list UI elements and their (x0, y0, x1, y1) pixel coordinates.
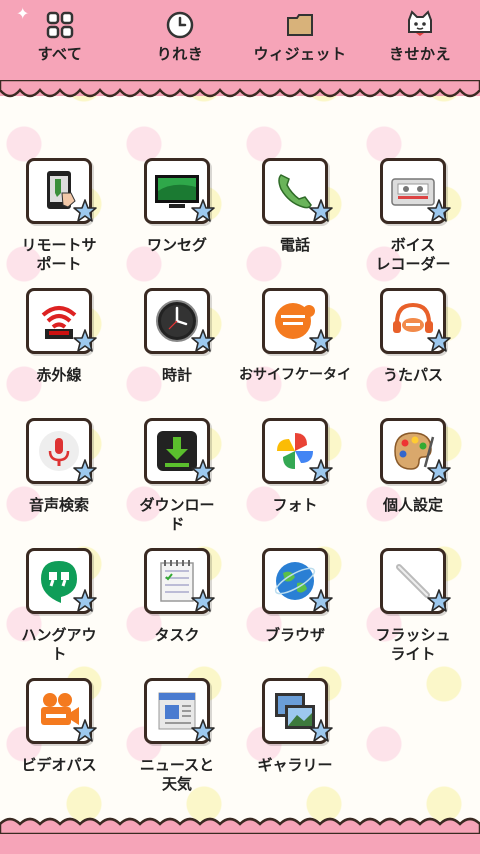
app-personalize[interactable]: 個人設定 (354, 418, 472, 544)
app-label: タスク (154, 626, 200, 644)
app-hangouts[interactable]: ハングアウ ト (0, 548, 118, 674)
star-icon (73, 329, 97, 352)
star-icon (427, 329, 451, 352)
footer-scallop-edge (0, 817, 480, 834)
tab-theme-label: きせかえ (388, 45, 451, 63)
app-label: うたパス (382, 366, 443, 384)
app-gallery[interactable]: ギャラリー (236, 678, 354, 804)
star-icon (73, 199, 97, 222)
app-videopass[interactable]: ビデオパス (0, 678, 118, 804)
app-label: ワンセグ (146, 236, 207, 254)
star-icon (73, 719, 97, 742)
app-infrared[interactable]: 赤外線 (0, 288, 118, 414)
grid-icon (46, 11, 74, 39)
tab-history[interactable]: りれき (120, 6, 240, 66)
app-label: ギャラリー (257, 756, 333, 774)
tab-widget[interactable]: ウィジェット (240, 6, 360, 66)
app-news-weather[interactable]: ニュースと 天気 (118, 678, 236, 804)
app-label: フォト (272, 496, 318, 514)
app-label: ブラウザ (264, 626, 325, 644)
star-icon (191, 199, 215, 222)
tab-all[interactable]: すべて (0, 6, 120, 66)
app-label: ハングアウ ト (21, 626, 97, 663)
star-icon (309, 719, 333, 742)
app-label: ニュースと 天気 (139, 756, 215, 793)
folder-icon (287, 14, 313, 36)
app-photos[interactable]: フォト (236, 418, 354, 544)
app-phone[interactable]: 電話 (236, 158, 354, 284)
app-label: 赤外線 (36, 366, 82, 384)
star-icon (309, 459, 333, 482)
app-download[interactable]: ダウンロー ド (118, 418, 236, 544)
app-utapass[interactable]: うたパス (354, 288, 472, 414)
app-clock[interactable]: 時計 (118, 288, 236, 414)
app-label: おサイフケータイ (239, 367, 351, 383)
app-label: 電話 (279, 236, 310, 254)
tab-all-label: すべて (37, 45, 83, 63)
app-voice-recorder[interactable]: ボイス レコーダー (354, 158, 472, 284)
tab-theme[interactable]: きせかえ (360, 6, 480, 66)
star-icon (73, 459, 97, 482)
app-browser[interactable]: ブラウザ (236, 548, 354, 674)
star-icon (309, 329, 333, 352)
star-icon (309, 589, 333, 612)
tab-history-label: りれき (156, 45, 204, 63)
star-icon (309, 199, 333, 222)
app-osaifu-keitai[interactable]: おサイフケータイ (236, 288, 354, 414)
app-label: リモートサ ポート (21, 236, 97, 273)
star-icon (191, 589, 215, 612)
app-label: 時計 (161, 366, 192, 384)
app-tasks[interactable]: タスク (118, 548, 236, 674)
app-voice-search[interactable]: 音声検索 (0, 418, 118, 544)
app-remote-support[interactable]: リモートサ ポート (0, 158, 118, 284)
star-icon (427, 589, 451, 612)
app-label: フラッシュ ライト (375, 626, 451, 663)
star-icon (73, 589, 97, 612)
cat-face-icon (408, 10, 432, 36)
app-label: 個人設定 (382, 496, 443, 514)
app-label: 音声検索 (28, 496, 89, 514)
star-icon (191, 329, 215, 352)
star-icon (191, 719, 215, 742)
app-label: ボイス レコーダー (375, 236, 451, 273)
tab-widget-label: ウィジェット (253, 45, 347, 63)
app-label: ビデオパス (21, 756, 97, 774)
star-icon (191, 459, 215, 482)
star-icon (427, 199, 451, 222)
star-icon (427, 459, 451, 482)
app-label: ダウンロー ド (139, 496, 215, 533)
header-scallop-edge (0, 80, 480, 98)
clock-icon (166, 11, 194, 39)
app-oneseg[interactable]: ワンセグ (118, 158, 236, 284)
app-flashlight[interactable]: フラッシュ ライト (354, 548, 472, 674)
